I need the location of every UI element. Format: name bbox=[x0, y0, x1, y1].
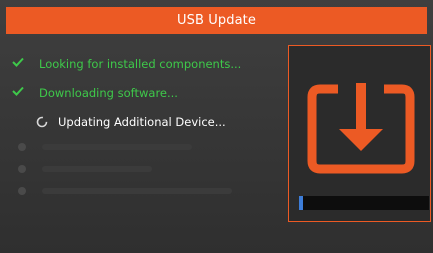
progress-bar bbox=[299, 196, 429, 210]
check-icon bbox=[12, 57, 28, 71]
pending-step bbox=[12, 158, 272, 180]
pending-step bbox=[12, 180, 272, 202]
spinner-icon bbox=[34, 115, 50, 129]
pending-placeholder bbox=[42, 144, 192, 150]
pending-icon bbox=[18, 143, 26, 151]
step-label: Updating Additional Device... bbox=[58, 114, 226, 129]
step-list: Looking for installed components... Down… bbox=[12, 49, 272, 202]
step-label: Looking for installed components... bbox=[39, 56, 242, 71]
step-item-active: Updating Additional Device... bbox=[12, 107, 272, 136]
step-item-done: Looking for installed components... bbox=[12, 49, 272, 78]
pending-step bbox=[12, 136, 272, 158]
pending-icon bbox=[18, 165, 26, 173]
usb-update-screen: USB Update Looking for installed compone… bbox=[0, 0, 433, 253]
progress-fill bbox=[299, 196, 303, 210]
download-icon bbox=[307, 83, 415, 174]
pending-placeholder bbox=[42, 188, 232, 194]
pending-placeholder bbox=[42, 166, 152, 172]
window-title: USB Update bbox=[177, 13, 256, 28]
check-icon bbox=[12, 86, 28, 100]
step-item-done: Downloading software... bbox=[12, 78, 272, 107]
pending-icon bbox=[18, 187, 26, 195]
step-label: Downloading software... bbox=[39, 85, 178, 100]
title-bar: USB Update bbox=[6, 7, 427, 34]
download-panel bbox=[288, 45, 431, 222]
